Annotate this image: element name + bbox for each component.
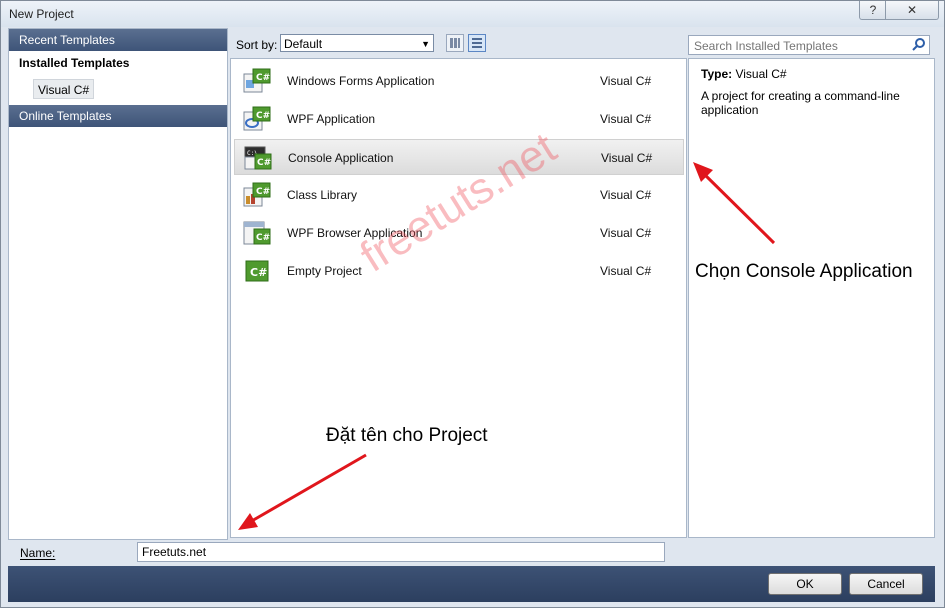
template-item-empty-project[interactable]: C# Empty Project Visual C# — [234, 253, 684, 289]
template-name: Empty Project — [287, 264, 362, 278]
svg-text:C#: C# — [256, 111, 270, 121]
search-icon[interactable] — [912, 37, 926, 51]
small-icons-icon — [450, 38, 460, 48]
template-search-box[interactable] — [688, 35, 930, 56]
nav-visual-csharp[interactable]: Visual C# — [33, 79, 95, 99]
wpf-application-icon: C# — [243, 106, 271, 131]
template-language: Visual C# — [601, 151, 653, 165]
cancel-button[interactable]: Cancel — [849, 573, 923, 595]
template-item-console[interactable]: C:\ C# Console Application Visual C# — [234, 139, 684, 175]
nav-recent-templates[interactable]: Recent Templates — [9, 29, 227, 51]
annotation-name: Đặt tên cho Project — [326, 425, 488, 446]
sort-label: Sort by: — [236, 38, 278, 52]
small-icons-view-button[interactable] — [446, 34, 464, 52]
title-bar: New Project ? ✕ — [1, 1, 944, 27]
dialog-title: New Project — [9, 7, 74, 21]
svg-text:C#: C# — [250, 266, 267, 279]
template-description: A project for creating a command-line ap… — [701, 89, 900, 117]
class-library-icon: C# — [243, 182, 271, 207]
template-language: Visual C# — [600, 112, 652, 126]
empty-project-icon: C# — [245, 260, 269, 282]
wpf-browser-application-icon: C# — [243, 221, 271, 245]
template-name: Class Library — [287, 188, 358, 202]
sort-toolbar: Sort by: Default ▼ — [230, 28, 685, 56]
nav-online-templates[interactable]: Online Templates — [9, 105, 227, 127]
template-item-wpf[interactable]: C# WPF Application Visual C# — [234, 101, 684, 137]
svg-text:C#: C# — [256, 187, 270, 197]
chevron-down-icon: ▼ — [421, 39, 430, 49]
template-name: Console Application — [288, 151, 394, 165]
template-details-panel: Type: Visual C# A project for creating a… — [688, 58, 935, 538]
medium-icons-view-button[interactable] — [468, 34, 486, 52]
project-name-field[interactable] — [137, 542, 665, 562]
template-item-windows-forms[interactable]: C# Windows Forms Application Visual C# — [234, 63, 684, 99]
svg-text:C#: C# — [257, 158, 271, 168]
template-language: Visual C# — [600, 264, 652, 278]
name-label: Name: — [20, 546, 56, 560]
template-language: Visual C# — [600, 226, 652, 240]
svg-text:C#: C# — [256, 233, 270, 243]
svg-text:C#: C# — [256, 73, 270, 83]
template-language: Visual C# — [600, 74, 652, 88]
search-input[interactable] — [689, 36, 906, 56]
template-categories-panel: Recent Templates Installed Templates Vis… — [8, 28, 228, 540]
type-label: Type: — [701, 67, 733, 81]
type-value: Visual C# — [735, 67, 787, 81]
close-button[interactable]: ✕ — [885, 1, 939, 20]
nav-installed-templates[interactable]: Installed Templates — [9, 52, 227, 74]
windows-forms-icon: C# — [243, 68, 271, 93]
template-list: C# Windows Forms Application Visual C# C… — [230, 58, 687, 538]
sort-dropdown[interactable]: Default ▼ — [280, 34, 434, 52]
template-language: Visual C# — [600, 188, 652, 202]
medium-icons-icon — [472, 38, 482, 48]
console-application-icon: C:\C# — [244, 146, 272, 170]
sort-value: Default — [284, 37, 323, 51]
annotation-console: Chọn Console Application — [695, 261, 913, 282]
template-type: Type: Visual C# — [701, 67, 787, 81]
template-name: Windows Forms Application — [287, 74, 435, 88]
template-name: WPF Application — [287, 112, 376, 126]
ok-button[interactable]: OK — [768, 573, 842, 595]
help-button[interactable]: ? — [859, 1, 887, 20]
